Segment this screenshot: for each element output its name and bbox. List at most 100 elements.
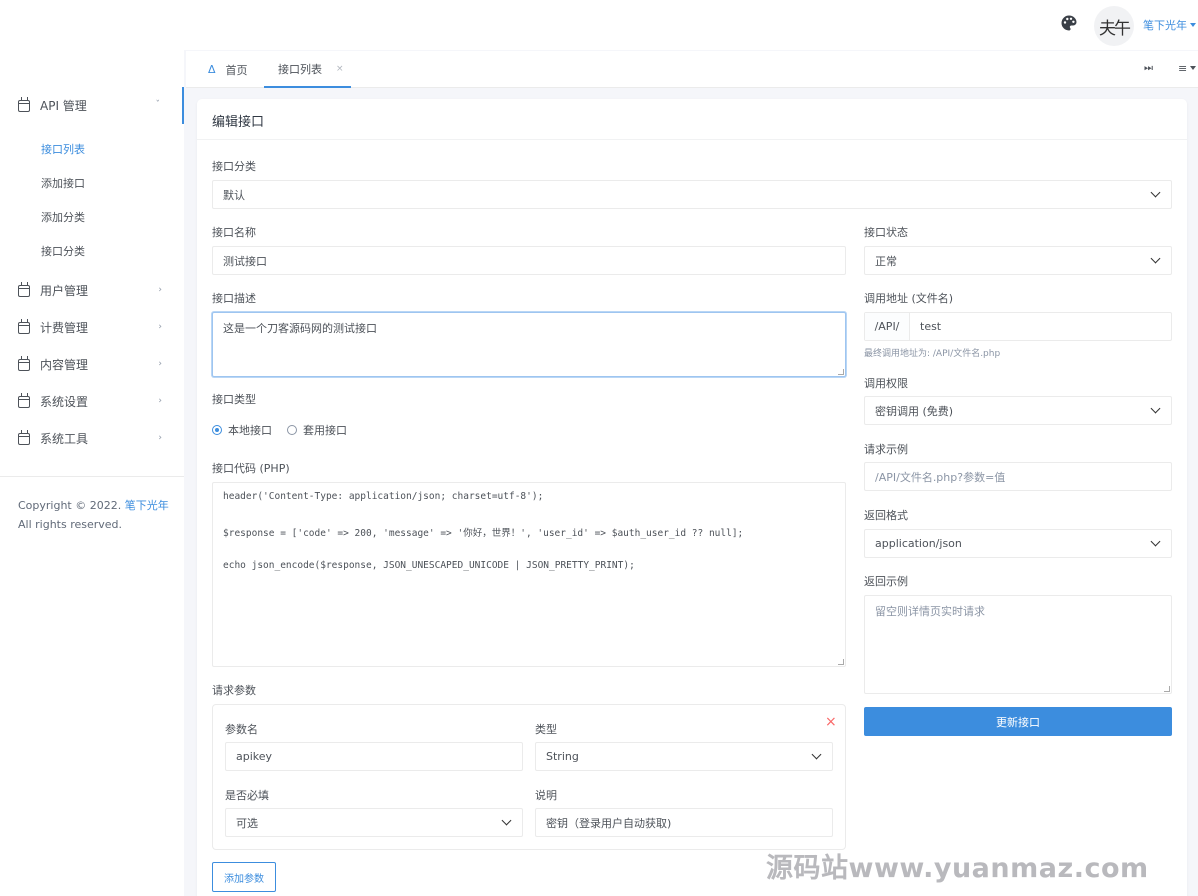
url-input[interactable]: test: [910, 313, 1171, 340]
calendar-icon: [18, 281, 30, 297]
name-value: 测试接口: [223, 254, 267, 268]
url-hint: 最终调用地址为: /API/文件名.php: [864, 349, 1001, 359]
name-input[interactable]: 测试接口: [212, 246, 846, 275]
radio-local[interactable]: 本地接口: [212, 422, 272, 438]
watermark: 源码站www.yuanmaz.com: [766, 853, 1149, 884]
example-label: 请求示例: [864, 443, 908, 456]
code-line: header('Content-Type: application/json; …: [223, 491, 544, 502]
permission-value: 密钥调用 (免费): [875, 404, 954, 418]
param-required-select[interactable]: 可选: [225, 808, 523, 837]
chevron-down-icon: ˇ: [155, 100, 161, 110]
copyright-link[interactable]: 笔下光年: [125, 499, 169, 512]
example-input[interactable]: /API/文件名.php?参数=值: [864, 462, 1172, 491]
permission-select[interactable]: 密钥调用 (免费): [864, 396, 1172, 425]
sidebar-item-settings[interactable]: 系统设置 ›: [0, 383, 184, 420]
copyright-text: Copyright © 2022.: [18, 499, 125, 512]
sidebar: API 管理 ˇ 接口列表 添加接口 添加分类 接口分类 用户管理 › 计费管理…: [0, 50, 184, 896]
sidebar-item-content[interactable]: 内容管理 ›: [0, 346, 184, 383]
avatar[interactable]: 夫午: [1094, 6, 1134, 46]
param-required-label: 是否必填: [225, 789, 269, 802]
type-label: 接口类型: [212, 393, 256, 406]
category-value: 默认: [223, 188, 245, 202]
copyright: Copyright © 2022. 笔下光年 All rights reserv…: [18, 496, 174, 534]
param-row: × 参数名 apikey 类型 String 是否必填 可选 说明 密钥（登录用…: [212, 704, 846, 850]
sidebar-item-billing[interactable]: 计费管理 ›: [0, 309, 184, 346]
radio-unchecked-icon: [287, 425, 297, 435]
format-select[interactable]: application/json: [864, 529, 1172, 558]
return-textarea[interactable]: 留空则详情页实时请求: [864, 595, 1172, 694]
code-label: 接口代码 (PHP): [212, 462, 290, 475]
sidebar-link-add-category[interactable]: 添加分类: [41, 209, 85, 225]
chevron-down-icon: [501, 815, 512, 826]
sidebar-item-tools[interactable]: 系统工具 ›: [0, 420, 184, 457]
radio-wrapped[interactable]: 套用接口: [287, 422, 347, 438]
param-type-value: String: [546, 750, 579, 763]
example-placeholder: /API/文件名.php?参数=值: [875, 470, 1006, 484]
desc-textarea[interactable]: 这是一个刀客源码网的测试接口: [212, 312, 846, 377]
permission-label: 调用权限: [864, 377, 908, 390]
code-editor[interactable]: header('Content-Type: application/json; …: [212, 482, 846, 667]
sidebar-link-add-api[interactable]: 添加接口: [41, 175, 85, 191]
remove-param-icon[interactable]: ×: [825, 715, 837, 729]
chevron-down-icon: [1150, 253, 1161, 264]
radio-label: 本地接口: [228, 424, 272, 437]
resize-grip-icon[interactable]: [838, 659, 844, 665]
palette-icon[interactable]: [1060, 14, 1078, 32]
update-button[interactable]: 更新接口: [864, 707, 1172, 736]
tab-label: 接口列表: [278, 62, 322, 76]
sidebar-item-label: 用户管理: [40, 284, 89, 298]
url-prefix: /API/: [865, 313, 910, 340]
param-name-input[interactable]: apikey: [225, 742, 523, 771]
page-title: 编辑接口: [212, 115, 265, 130]
menu-icon[interactable]: ≡: [1178, 62, 1197, 75]
desc-value: 这是一个刀客源码网的测试接口: [223, 322, 377, 335]
sidebar-item-api-management[interactable]: API 管理 ˇ: [0, 87, 184, 124]
resize-grip-icon[interactable]: [838, 369, 844, 375]
sidebar-item-users[interactable]: 用户管理 ›: [0, 272, 184, 309]
tab-api-list[interactable]: 接口列表 ×: [264, 51, 351, 88]
chevron-down-icon: [1150, 536, 1161, 547]
add-param-button[interactable]: 添加参数: [212, 862, 276, 892]
category-label: 接口分类: [212, 160, 256, 173]
chevron-right-icon: ›: [158, 396, 162, 406]
format-label: 返回格式: [864, 509, 908, 522]
chevron-down-icon: [1150, 403, 1161, 414]
calendar-icon: [18, 96, 30, 112]
name-label: 接口名称: [212, 226, 256, 239]
param-name-value: apikey: [236, 750, 273, 763]
sidebar-link-api-list[interactable]: 接口列表: [41, 141, 85, 157]
radio-label: 套用接口: [303, 424, 347, 437]
username-label: 笔下光年: [1143, 19, 1187, 32]
sidebar-item-label: 内容管理: [40, 358, 89, 372]
copyright-suffix: All rights reserved.: [18, 518, 123, 531]
sidebar-item-label: 系统设置: [40, 395, 89, 409]
calendar-icon: [18, 392, 30, 408]
close-icon[interactable]: ×: [336, 64, 344, 74]
username-dropdown[interactable]: 笔下光年: [1143, 17, 1196, 33]
chevron-right-icon: ›: [158, 285, 162, 295]
home-icon: Δ: [208, 63, 216, 76]
chevron-down-icon: [811, 749, 822, 760]
caret-down-icon: [1190, 23, 1196, 27]
sidebar-link-api-category[interactable]: 接口分类: [41, 243, 85, 259]
resize-grip-icon[interactable]: [1164, 686, 1170, 692]
tab-home[interactable]: Δ 首页: [208, 51, 248, 88]
param-note-value: 密钥（登录用户自动获取): [546, 816, 672, 830]
edit-api-card: 编辑接口 接口分类 默认 接口名称 测试接口 接口状态 正常 接口描述 这是一个…: [197, 99, 1187, 896]
param-required-value: 可选: [236, 816, 258, 830]
skip-forward-icon[interactable]: ⏭: [1144, 63, 1153, 74]
chevron-right-icon: ›: [158, 359, 162, 369]
menu-glyph: ≡: [1178, 62, 1188, 75]
param-type-select[interactable]: String: [535, 742, 833, 771]
caret-down-icon: [1190, 66, 1197, 70]
card-divider: [197, 139, 1187, 140]
category-select[interactable]: 默认: [212, 180, 1172, 209]
sidebar-item-label: 计费管理: [40, 321, 89, 335]
status-select[interactable]: 正常: [864, 246, 1172, 275]
top-header: 夫午 笔下光年: [0, 0, 1198, 50]
param-note-input[interactable]: 密钥（登录用户自动获取): [535, 808, 833, 837]
chevron-right-icon: ›: [158, 322, 162, 332]
param-name-label: 参数名: [225, 723, 258, 736]
tab-bar: Δ 首页 接口列表 × ⏭ ≡: [186, 51, 1198, 88]
calendar-icon: [18, 355, 30, 371]
